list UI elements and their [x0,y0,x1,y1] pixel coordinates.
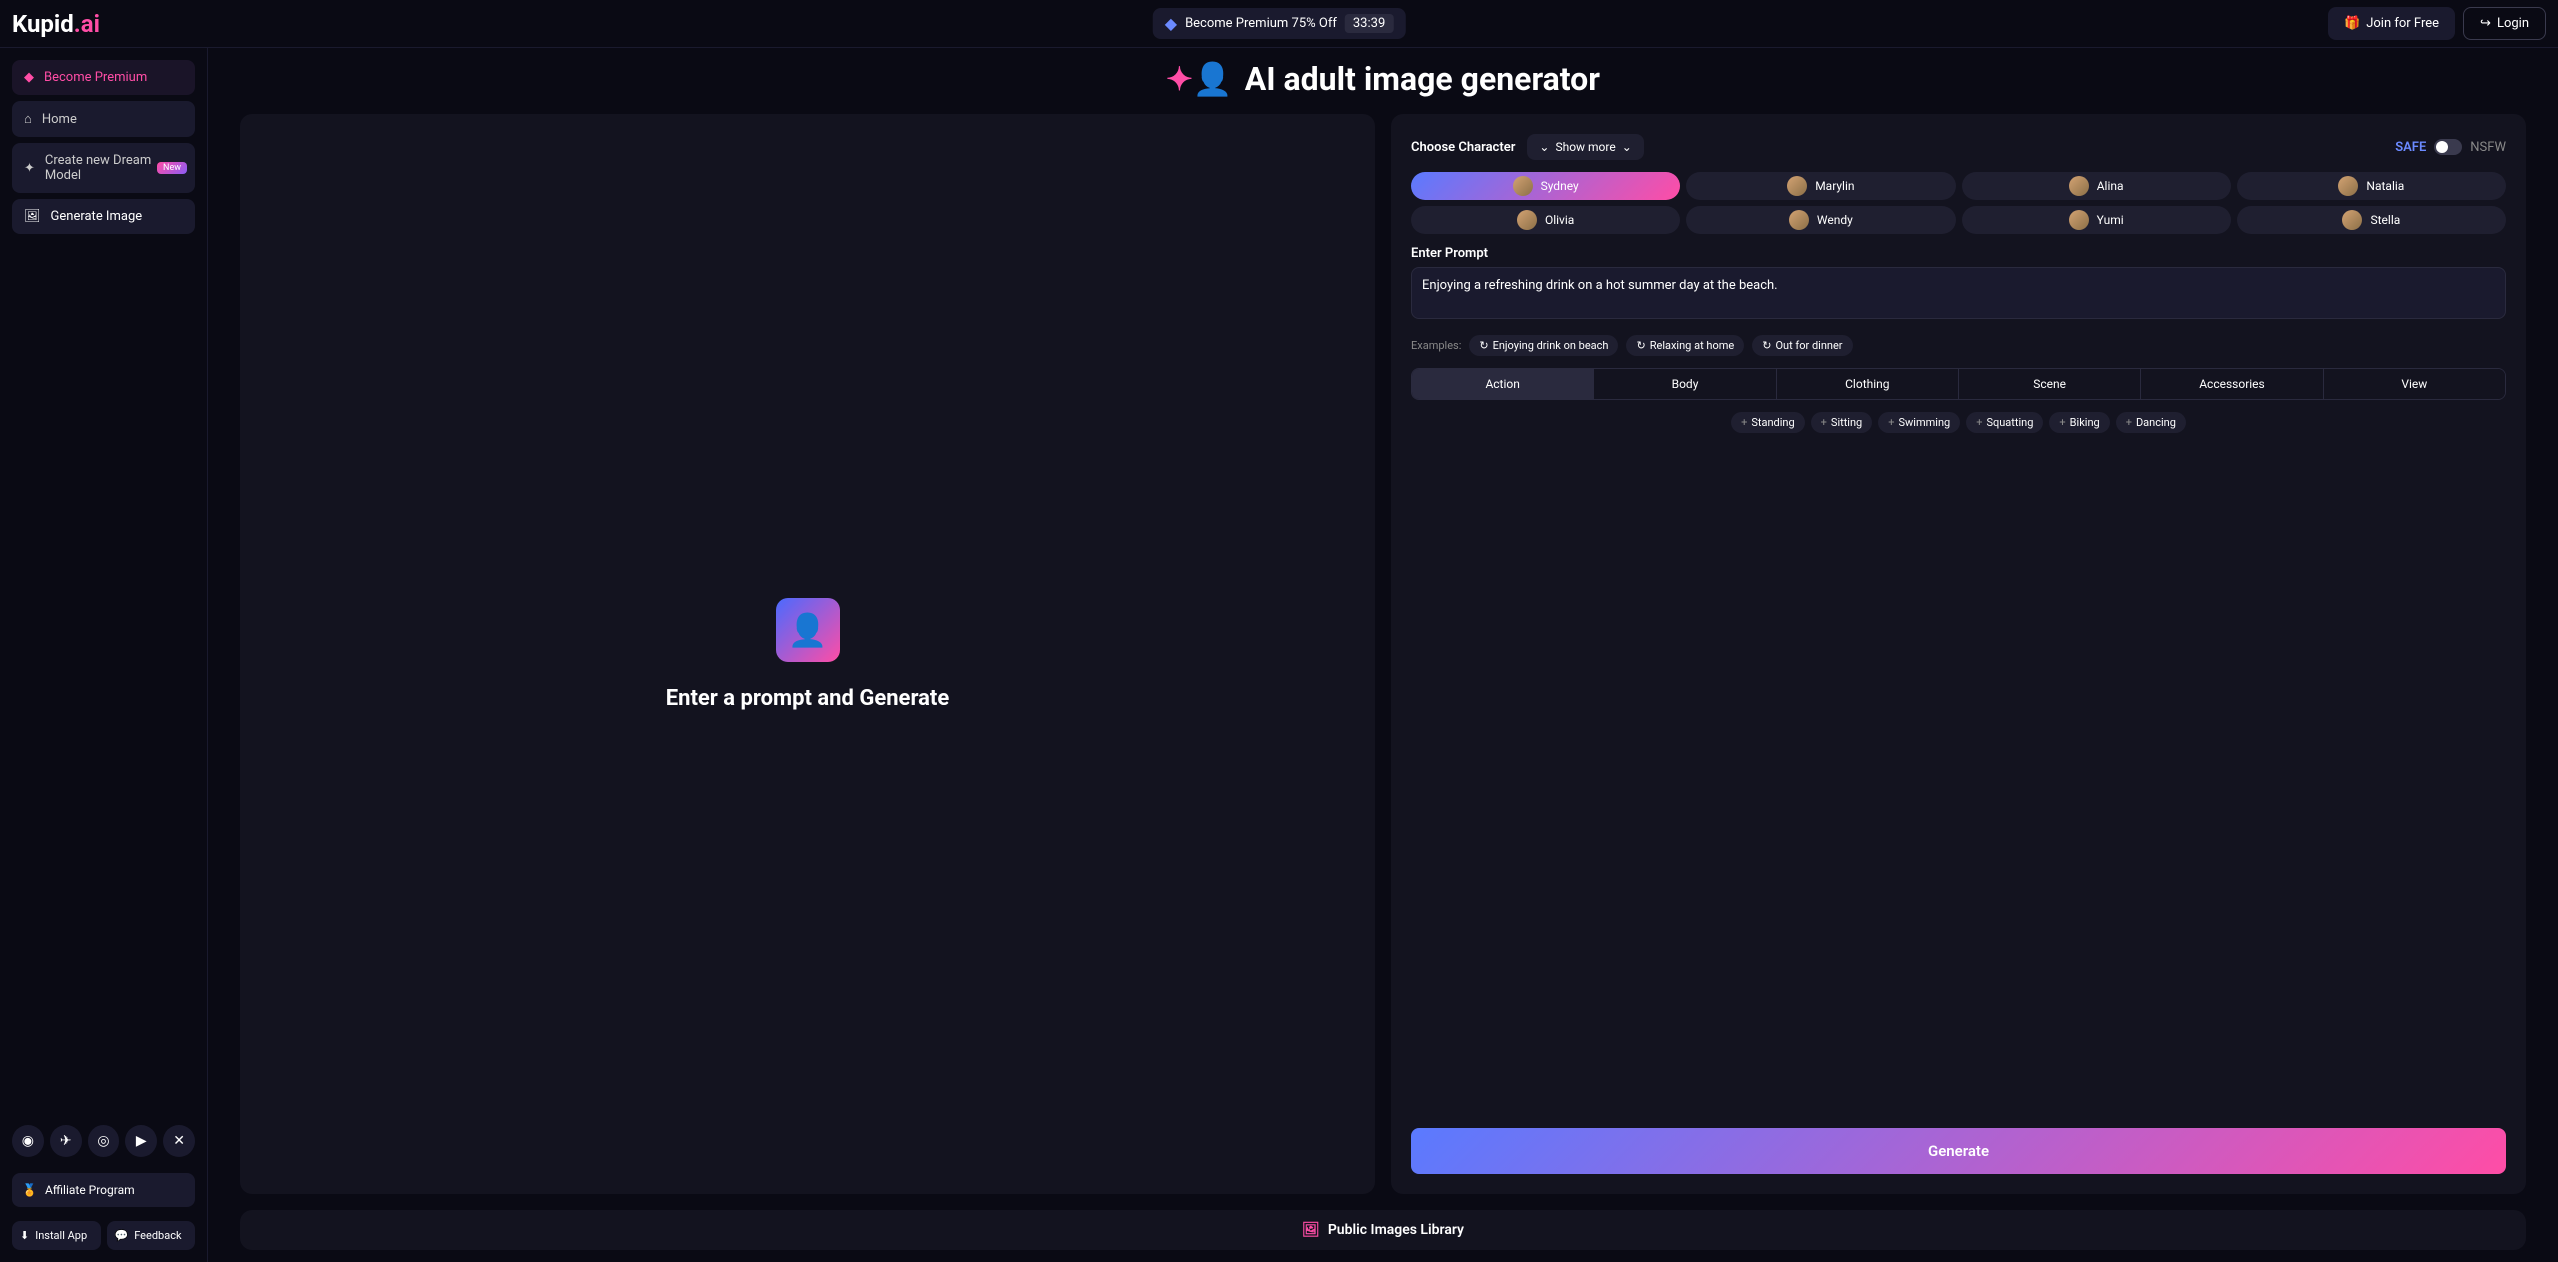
discord-icon[interactable]: ◉ [12,1125,44,1157]
example-chip-dinner[interactable]: ↻ Out for dinner [1752,335,1852,356]
plus-icon: + [1821,416,1827,429]
plus-icon: + [1976,416,1982,429]
chevron-down-icon: ⌄ [1622,140,1632,154]
chat-icon: 💬 [115,1229,129,1242]
tab-body[interactable]: Body [1593,369,1775,399]
preview-panel: 👤 Enter a prompt and Generate [240,114,1375,1194]
examples-label: Examples: [1411,339,1461,352]
install-app-button[interactable]: ⬇ Install App [12,1221,101,1250]
tab-view[interactable]: View [2323,369,2505,399]
refresh-icon: ↻ [1636,339,1645,352]
login-button[interactable]: ↪ Login [2463,7,2546,40]
gallery-icon: 🖼 [1302,1222,1320,1238]
home-icon: ⌂ [24,111,32,127]
tag-dancing[interactable]: + Dancing [2116,412,2186,433]
plus-icon: + [1741,416,1747,429]
placeholder-icon: 👤 [776,598,840,662]
placeholder-text: Enter a prompt and Generate [666,686,950,711]
character-grid: Sydney Marylin Alina Natalia [1411,172,2506,234]
character-marylin[interactable]: Marylin [1686,172,1955,200]
sidebar-item-create-model[interactable]: ✦ Create new Dream Model New [12,143,195,193]
logo[interactable]: Kupid.ai [12,10,100,38]
premium-promo-banner[interactable]: ◆ Become Premium 75% Off 33:39 [1153,8,1406,39]
telegram-icon[interactable]: ✈ [50,1125,82,1157]
avatar [2342,210,2362,230]
gift-icon: 🎁 [2344,16,2360,31]
tab-scene[interactable]: Scene [1958,369,2140,399]
sidebar-item-label: Generate Image [51,209,143,224]
affiliate-program-button[interactable]: 🏅 Affiliate Program [12,1173,195,1207]
show-more-button[interactable]: ⌄ Show more ⌄ [1527,134,1643,160]
avatar [2338,176,2358,196]
plus-icon: + [2059,416,2065,429]
character-natalia[interactable]: Natalia [2237,172,2506,200]
logo-brand: Kupid [12,10,74,38]
sidebar-item-label: Become Premium [44,70,147,85]
avatar [1513,176,1533,196]
tab-accessories[interactable]: Accessories [2140,369,2322,399]
character-olivia[interactable]: Olivia [1411,206,1680,234]
sidebar-item-generate-image[interactable]: 🖼 Generate Image [12,199,195,234]
refresh-icon: ↻ [1479,339,1488,352]
sidebar-item-premium[interactable]: ◆ Become Premium [12,60,195,95]
nsfw-toggle[interactable] [2434,139,2462,155]
ai-sparkle-icon: ✦👤 [1166,60,1233,98]
plus-icon: + [2126,416,2132,429]
join-free-button[interactable]: 🎁 Join for Free [2328,7,2455,40]
tag-sitting[interactable]: + Sitting [1811,412,1873,433]
diamond-icon: ◆ [24,70,34,85]
sidebar-item-home[interactable]: ⌂ Home [12,101,195,137]
public-library-button[interactable]: 🖼 Public Images Library [240,1210,2526,1250]
tab-clothing[interactable]: Clothing [1776,369,1958,399]
avatar [2069,210,2089,230]
prompt-label: Enter Prompt [1411,246,2506,261]
tag-row: + Standing + Sitting + Swimming + Squatt… [1411,412,2506,433]
tag-swimming[interactable]: + Swimming [1878,412,1960,433]
refresh-icon: ↻ [1762,339,1771,352]
character-sydney[interactable]: Sydney [1411,172,1680,200]
prompt-input[interactable] [1411,267,2506,319]
tag-biking[interactable]: + Biking [2049,412,2109,433]
diamond-icon: ◆ [1165,14,1177,33]
avatar [1517,210,1537,230]
instagram-icon[interactable]: ◎ [88,1125,120,1157]
example-chip-beach[interactable]: ↻ Enjoying drink on beach [1469,335,1618,356]
youtube-icon[interactable]: ▶ [125,1125,157,1157]
promo-timer: 33:39 [1345,14,1393,33]
nsfw-label: NSFW [2470,140,2506,155]
avatar [1789,210,1809,230]
image-icon: 🖼 [24,209,41,224]
safe-label: SAFE [2395,140,2426,155]
avatar [1787,176,1807,196]
badge-icon: 🏅 [22,1183,37,1197]
new-badge: New [157,162,187,174]
login-icon: ↪ [2480,16,2491,31]
tag-standing[interactable]: + Standing [1731,412,1805,433]
character-wendy[interactable]: Wendy [1686,206,1955,234]
logo-suffix: .ai [74,10,100,38]
tab-action[interactable]: Action [1412,369,1593,399]
sidebar-item-label: Home [42,112,77,127]
page-title: ✦👤 AI adult image generator [240,60,2526,98]
feedback-button[interactable]: 💬 Feedback [107,1221,196,1250]
choose-character-label: Choose Character [1411,140,1515,155]
generate-button[interactable]: Generate [1411,1128,2506,1174]
promo-text: Become Premium 75% Off [1185,16,1337,31]
character-stella[interactable]: Stella [2237,206,2506,234]
category-tabs: Action Body Clothing Scene Accessories V… [1411,368,2506,400]
tag-squatting[interactable]: + Squatting [1966,412,2043,433]
controls-panel: Choose Character ⌄ Show more ⌄ SAFE NSFW [1391,114,2526,1194]
plus-icon: + [1888,416,1894,429]
x-twitter-icon[interactable]: ✕ [163,1125,195,1157]
avatar [2069,176,2089,196]
example-chip-home[interactable]: ↻ Relaxing at home [1626,335,1744,356]
character-alina[interactable]: Alina [1962,172,2231,200]
chevron-down-icon: ⌄ [1539,140,1549,154]
character-yumi[interactable]: Yumi [1962,206,2231,234]
sidebar: ◆ Become Premium ⌂ Home ✦ Create new Dre… [0,48,208,1262]
sparkle-icon: ✦ [24,161,35,176]
download-icon: ⬇ [20,1229,29,1242]
